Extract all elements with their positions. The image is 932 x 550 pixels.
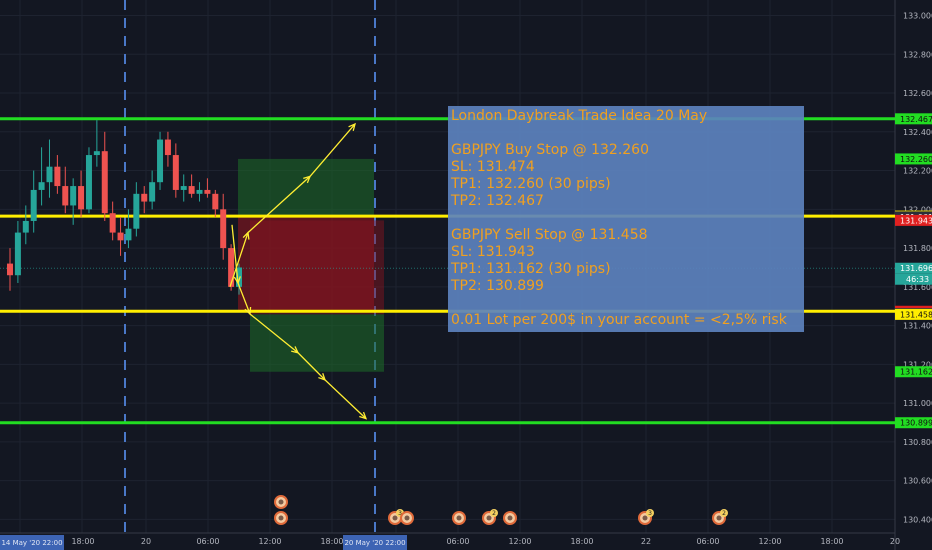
candle-body: [117, 232, 124, 241]
trade-idea-line: GBPJPY Buy Stop @ 132.260: [451, 142, 649, 158]
event-marker-dot: [716, 515, 722, 521]
time-tick-label: 06:00: [446, 537, 469, 546]
candle-body: [46, 166, 53, 183]
candle-body: [149, 182, 156, 202]
trade-idea-line: 0.01 Lot per 200$ in your account = <2,5…: [451, 312, 787, 328]
price-badge-label: 132.467: [900, 115, 932, 124]
time-highlight-label: 14 May '20 22:00: [1, 539, 62, 547]
price-badge-label: 131.696: [900, 264, 932, 273]
candle-body: [172, 155, 179, 190]
candle-body: [7, 263, 13, 276]
event-marker-dot: [507, 515, 513, 521]
time-tick-label: 18:00: [570, 537, 593, 546]
candle-body: [141, 193, 148, 202]
candle-body: [228, 248, 235, 287]
trade-idea-line: [451, 295, 804, 312]
candle-body: [62, 186, 69, 206]
trade-idea-line: SL: 131.474: [451, 159, 535, 175]
time-highlight-label: 20 May '20 22:00: [344, 539, 405, 547]
price-badge-label: 132.260: [900, 155, 932, 164]
trade-idea-line: London Daybreak Trade Idea 20 May: [451, 108, 708, 124]
time-tick-label: 12:00: [258, 537, 281, 546]
price-tick-label: 132.200: [903, 167, 932, 176]
candle-body: [157, 139, 164, 183]
candle-body: [133, 193, 140, 229]
candle-body: [204, 189, 211, 194]
event-count-label: 2: [492, 510, 496, 517]
candle-body: [14, 232, 21, 276]
candle-body: [196, 189, 203, 194]
time-tick-label: 12:00: [508, 537, 531, 546]
time-tick-label: 12:00: [758, 537, 781, 546]
price-badge-label: 131.162: [900, 368, 932, 377]
time-tick-label: 22: [641, 537, 651, 546]
trade-idea-line: TP2: 130.899: [451, 278, 544, 294]
price-tick-label: 132.400: [903, 128, 932, 137]
trade-idea-line: TP2: 132.467: [451, 193, 544, 209]
candle-body: [109, 213, 116, 233]
event-marker-dot: [278, 499, 284, 505]
candle-body: [38, 182, 45, 190]
price-tick-label: 130.800: [903, 438, 932, 447]
event-marker-dot: [642, 515, 648, 521]
price-badge-label: 131.458: [900, 310, 932, 319]
candle-body: [54, 166, 61, 187]
time-tick-label: 18:00: [320, 537, 343, 546]
price-tick-label: 131.000: [903, 399, 932, 408]
buy-target-zone: [238, 158, 374, 217]
trade-idea-line: [451, 210, 804, 227]
time-tick-label: 18:00: [820, 537, 843, 546]
sell-target-zone: [250, 314, 384, 372]
event-count-label: 3: [648, 510, 652, 517]
chart[interactable]: 133.000132.800132.600132.400132.200132.0…: [0, 0, 932, 550]
price-tick-label: 133.000: [903, 12, 932, 21]
time-tick-label: 20: [141, 537, 151, 546]
candle-body: [101, 151, 108, 214]
sell-stop-zone: [250, 220, 384, 315]
candle-body: [22, 220, 29, 233]
candle-body: [78, 186, 85, 210]
trade-idea-line: [451, 125, 804, 142]
event-count-label: 2: [722, 510, 726, 517]
event-marker-dot: [456, 515, 462, 521]
candle-body: [220, 209, 227, 249]
time-tick-label: 06:00: [196, 537, 219, 546]
price-badge-label: 130.899: [900, 419, 932, 428]
candle-body: [188, 186, 195, 194]
price-tick-label: 132.600: [903, 89, 932, 98]
trade-idea-line: TP1: 131.162 (30 pips): [451, 261, 611, 277]
trade-idea-line: GBPJPY Sell Stop @ 131.458: [451, 227, 648, 243]
candle-body: [164, 139, 171, 156]
candle-body: [125, 228, 132, 241]
countdown-label: 46:33: [906, 275, 929, 284]
candle-body: [30, 189, 37, 221]
trade-idea-note[interactable]: London Daybreak Trade Idea 20 May GBPJPY …: [448, 106, 804, 332]
price-tick-label: 130.600: [903, 477, 932, 486]
candle-body: [180, 186, 187, 190]
event-marker-dot: [486, 515, 492, 521]
candle-body: [70, 186, 77, 206]
price-tick-label: 130.400: [903, 515, 932, 524]
event-marker-dot: [392, 515, 398, 521]
event-marker-dot: [404, 515, 410, 521]
price-tick-label: 131.800: [903, 244, 932, 253]
event-marker-dot: [278, 515, 284, 521]
price-tick-label: 132.800: [903, 50, 932, 59]
trade-idea-line: SL: 131.943: [451, 244, 535, 260]
candle-body: [212, 193, 219, 210]
time-tick-label: 20: [890, 537, 900, 546]
price-tick-label: 131.400: [903, 322, 932, 331]
candle-body: [85, 155, 92, 210]
time-tick-label: 18:00: [71, 537, 94, 546]
trade-idea-line: TP1: 132.260 (30 pips): [451, 176, 611, 192]
time-tick-label: 06:00: [696, 537, 719, 546]
price-badge-label: 131.943: [900, 216, 932, 225]
candle-body: [93, 151, 100, 156]
